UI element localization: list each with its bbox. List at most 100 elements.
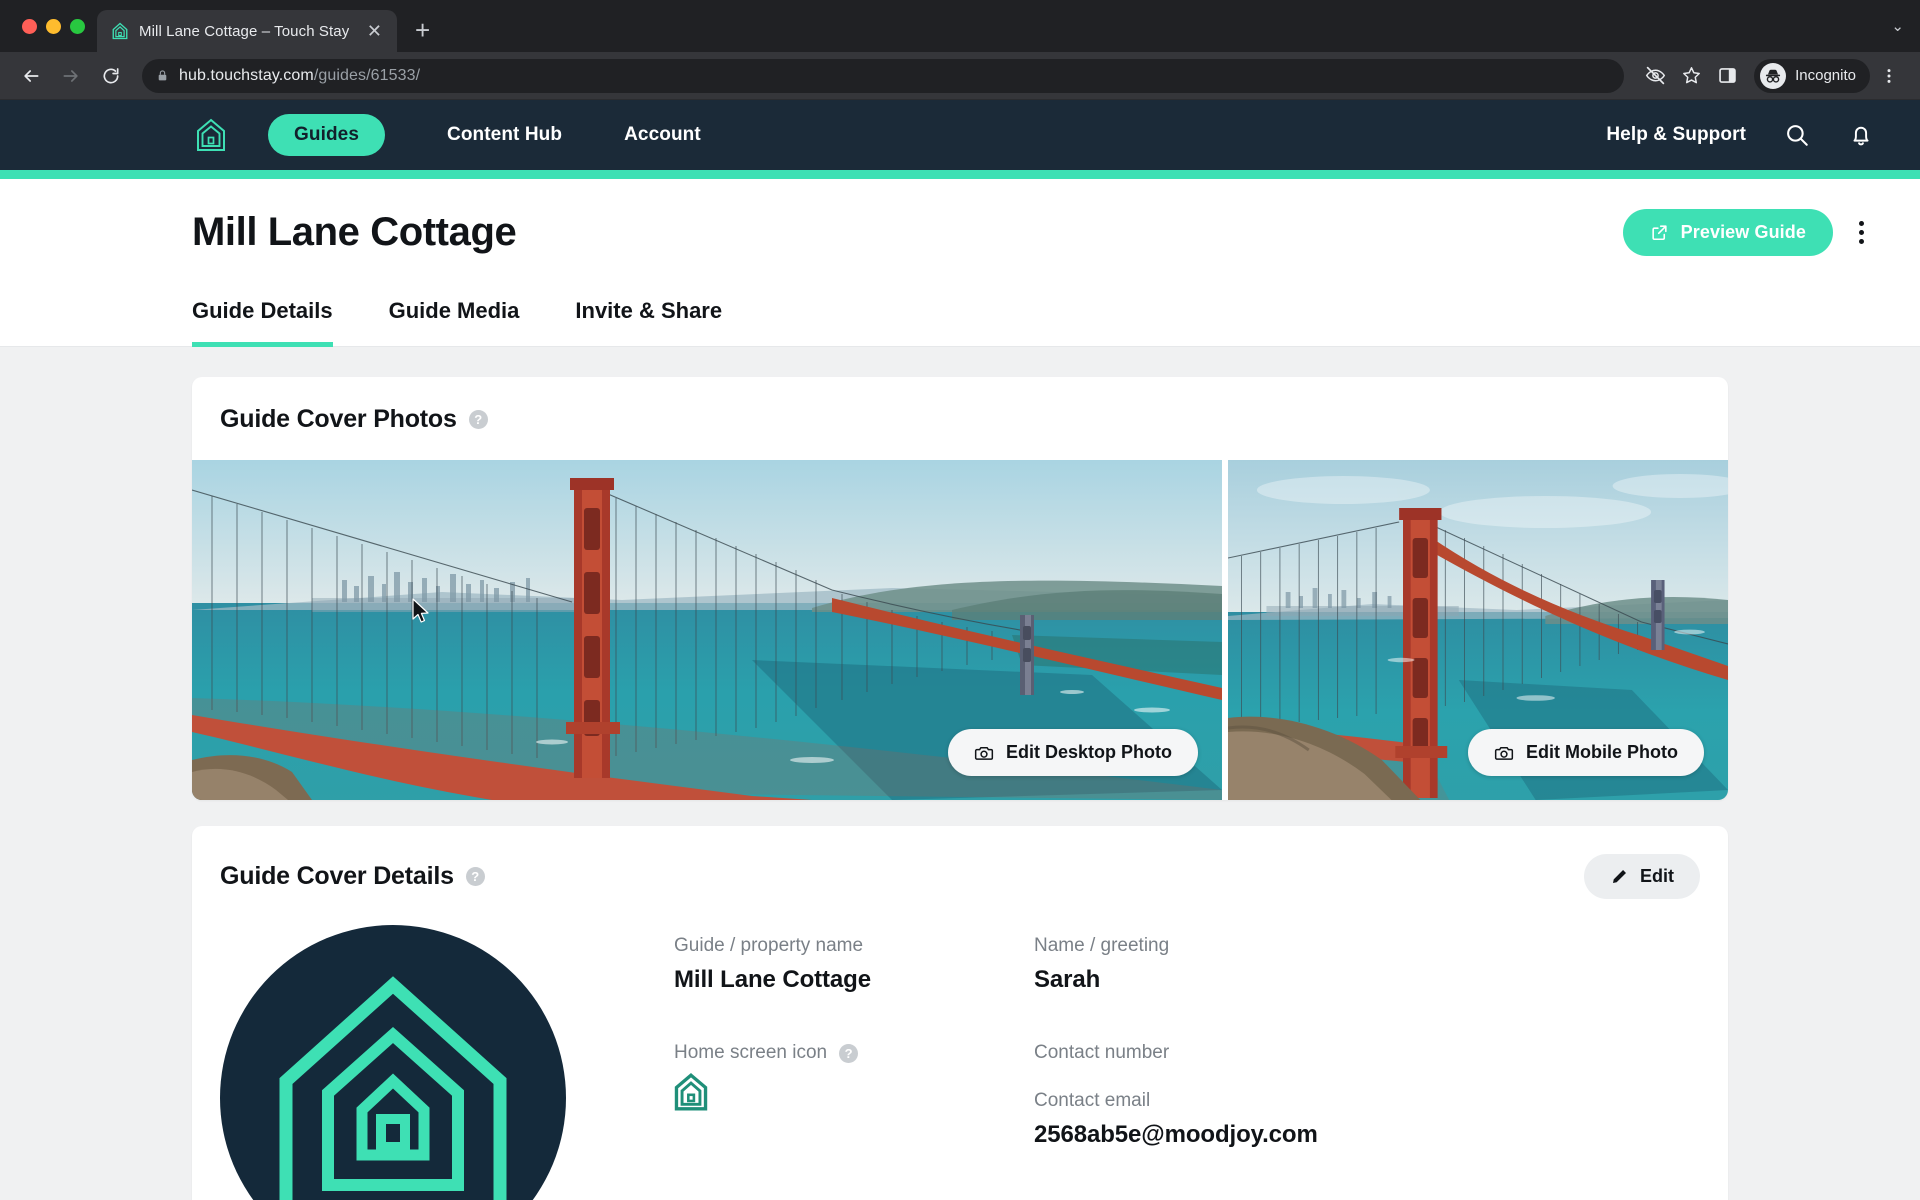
bookmark-button[interactable] [1674,59,1708,93]
browser-tab[interactable]: Mill Lane Cottage – Touch Stay ✕ [97,10,397,52]
bell-icon[interactable] [1848,122,1874,148]
close-window-button[interactable] [22,18,37,34]
tab-close-icon[interactable]: ✕ [364,22,385,40]
field-home-screen-icon: Home screen icon ? [674,1042,1034,1111]
search-icon[interactable] [1784,122,1810,148]
address-bar[interactable]: hub.touchstay.com/guides/61533/ [142,58,1625,93]
app-nav-right: Help & Support [1606,114,1874,156]
edit-desktop-photo-label: Edit Desktop Photo [1006,742,1172,762]
page-title: Mill Lane Cottage [192,210,517,254]
page-viewport: Guides Content Hub Account Help & Suppor… [0,100,1920,1200]
minimize-window-button[interactable] [46,18,61,34]
page-content: Guide Cover Photos ? Edit Desktop Photo … [0,347,1920,1200]
toolbar-right: Incognito [1638,58,1906,93]
tab-title: Mill Lane Cottage – Touch Stay [139,22,350,40]
url-path: /guides/61533/ [313,66,421,84]
touchstay-logo-icon[interactable] [196,118,226,152]
guide-cover-photos-header: Guide Cover Photos ? [192,377,1728,460]
back-button[interactable] [14,59,48,93]
side-panel-button[interactable] [1710,59,1744,93]
star-icon [1682,67,1700,84]
edit-desktop-photo-button[interactable]: Edit Desktop Photo [948,729,1198,776]
page-header: Mill Lane Cottage Preview Guide Guide De… [0,179,1920,347]
guide-cover-photos-title: Guide Cover Photos [220,405,457,433]
incognito-icon [1760,62,1787,89]
kebab-dot [1859,239,1864,244]
tab-strip-right: ⌄ [1891,0,1920,52]
window-controls[interactable] [14,0,97,52]
desktop-cover-photo[interactable]: Edit Desktop Photo [192,460,1222,800]
maximize-window-button[interactable] [70,18,85,34]
avatar [220,925,566,1200]
reload-button[interactable] [94,59,128,93]
incognito-glyph-icon [1766,69,1781,83]
cover-photos-row: Edit Desktop Photo Edit Mobile Photo [192,460,1728,800]
field-label-row: Home screen icon ? [674,1042,1034,1064]
kebab-dot [1859,230,1864,235]
tab-guide-details[interactable]: Guide Details [192,298,333,347]
tab-search-chevron-down-icon[interactable]: ⌄ [1891,17,1904,35]
brand-accent-bar [0,170,1920,179]
field-contact-email: Contact email 2568ab5e@moodjoy.com [1034,1090,1700,1149]
new-tab-button[interactable]: + [415,17,430,43]
field-label: Name / greeting [1034,935,1170,956]
side-panel-icon [1718,68,1736,83]
help-circle-icon[interactable]: ? [465,867,485,886]
field-label: Contact email [1034,1090,1151,1111]
details-column-left: Guide / property name Mill Lane Cottage … [674,935,1034,1200]
field-value: 2568ab5e@moodjoy.com [1034,1121,1318,1148]
details-fields: Guide / property name Mill Lane Cottage … [570,925,1700,1200]
edit-mobile-photo-label: Edit Mobile Photo [1526,742,1678,762]
kebab-dot [1859,221,1864,226]
field-name-greeting: Name / greeting Sarah [1034,935,1700,994]
nav-item-guides[interactable]: Guides [268,114,386,156]
edit-cover-details-button[interactable]: Edit [1584,854,1700,899]
field-contact-number: Contact number [1034,1042,1700,1064]
touchstay-house-icon [112,22,128,40]
touchstay-house-avatar-icon [279,976,507,1200]
field-label: Contact number [1034,1042,1170,1063]
address-bar-text: hub.touchstay.com/guides/61533/ [179,67,420,85]
app-navbar: Guides Content Hub Account Help & Suppor… [0,100,1920,170]
field-label: Home screen icon [674,1042,828,1063]
avatar-column [220,925,570,1200]
external-link-icon [1652,225,1667,241]
guide-cover-photos-card: Guide Cover Photos ? Edit Desktop Photo … [192,377,1728,800]
page-tabs: Guide Details Guide Media Invite & Share [192,298,1874,347]
details-column-right: Name / greeting Sarah Contact number Con… [1034,935,1700,1200]
field-value: Mill Lane Cottage [674,966,871,993]
mobile-cover-photo[interactable]: Edit Mobile Photo [1228,460,1728,800]
app-nav-links: Guides Content Hub Account [268,114,701,156]
home-screen-house-icon [674,1073,708,1111]
nav-item-help-support[interactable]: Help & Support [1606,114,1746,156]
guide-cover-details-card: Guide Cover Details ? Edit Guide / prope… [192,826,1728,1200]
arrow-back-icon [24,69,39,82]
nav-item-account[interactable]: Account [624,114,701,156]
page-header-actions: Preview Guide [1622,209,1874,256]
preview-guide-label: Preview Guide [1680,222,1806,242]
camera-icon [1494,746,1514,760]
lock-icon [158,70,167,81]
tab-invite-share[interactable]: Invite & Share [575,298,722,347]
edit-mobile-photo-button[interactable]: Edit Mobile Photo [1468,729,1704,776]
guide-cover-details-body: Guide / property name Mill Lane Cottage … [192,925,1728,1200]
preview-guide-button[interactable]: Preview Guide [1622,209,1833,256]
forward-button[interactable] [54,59,88,93]
url-host: hub.touchstay.com [179,66,314,84]
browser-window: Mill Lane Cottage – Touch Stay ✕ + ⌄ hub… [0,0,1920,1200]
kebab-menu-icon [1887,68,1891,83]
incognito-profile-button[interactable]: Incognito [1754,58,1870,93]
field-guide-property-name: Guide / property name Mill Lane Cottage [674,935,1034,994]
page-more-menu-button[interactable] [1849,215,1874,250]
field-label: Guide / property name [674,935,864,956]
page-header-row: Mill Lane Cottage Preview Guide [192,209,1874,256]
nav-item-content-hub[interactable]: Content Hub [447,114,562,156]
help-circle-icon[interactable]: ? [839,1043,859,1063]
reload-icon [103,67,119,83]
tracking-protection-button[interactable] [1638,59,1672,93]
pencil-icon [1613,870,1626,883]
tab-guide-media[interactable]: Guide Media [389,298,520,347]
browser-menu-button[interactable] [1872,59,1906,93]
help-circle-icon[interactable]: ? [468,410,488,429]
field-value: Sarah [1034,966,1101,993]
